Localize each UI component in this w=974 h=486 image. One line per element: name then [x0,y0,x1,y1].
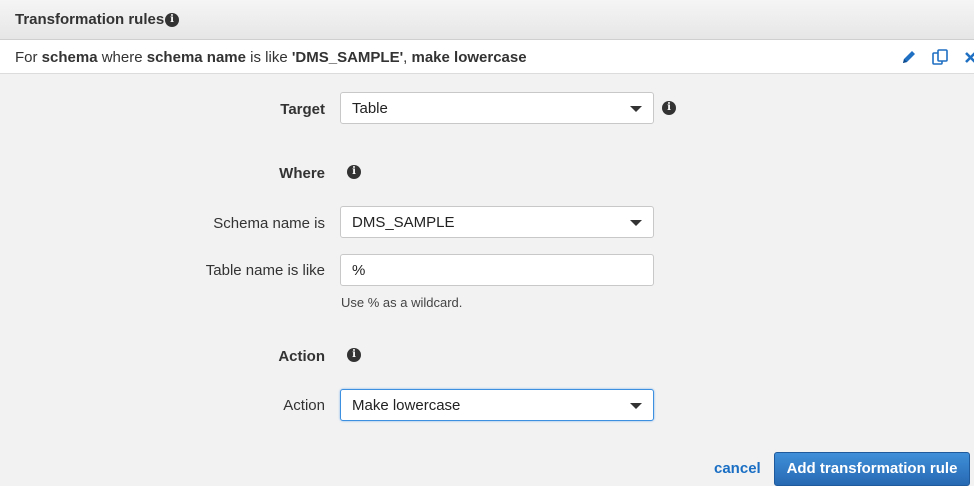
panel-header: Transformation rules i [0,0,974,40]
action-label: Action [283,397,325,414]
schema-name-value: DMS_SAMPLE [352,214,455,231]
action-select-value: Make lowercase [352,397,461,414]
wildcard-hint: Use % as a wildcard. [341,295,463,310]
target-select[interactable]: Table [340,92,654,124]
copy-icon[interactable] [931,48,949,66]
chevron-down-icon [630,220,642,226]
info-icon[interactable]: i [165,13,179,27]
action-heading: Action [278,348,325,365]
rule-summary-text: For schema where schema name is like 'DM… [15,49,527,66]
schema-name-label: Schema name is [213,215,325,232]
chevron-down-icon [630,106,642,112]
add-transformation-rule-button[interactable]: Add transformation rule [774,452,970,486]
action-info-icon[interactable]: i [347,348,361,362]
where-info-icon[interactable]: i [347,165,361,179]
table-name-input[interactable] [340,254,654,286]
where-heading: Where [279,165,325,182]
chevron-down-icon [630,403,642,409]
cancel-button[interactable]: cancel [714,460,761,477]
close-icon[interactable] [962,48,974,66]
target-label: Target [280,101,325,118]
rule-summary-row: For schema where schema name is like 'DM… [0,40,974,74]
target-info-icon[interactable]: i [662,101,676,115]
target-select-value: Table [352,100,388,117]
pencil-icon[interactable] [900,48,918,66]
action-select[interactable]: Make lowercase [340,389,654,421]
panel-title: Transformation rules [15,11,165,28]
schema-name-select[interactable]: DMS_SAMPLE [340,206,654,238]
table-name-label: Table name is like [205,262,325,279]
